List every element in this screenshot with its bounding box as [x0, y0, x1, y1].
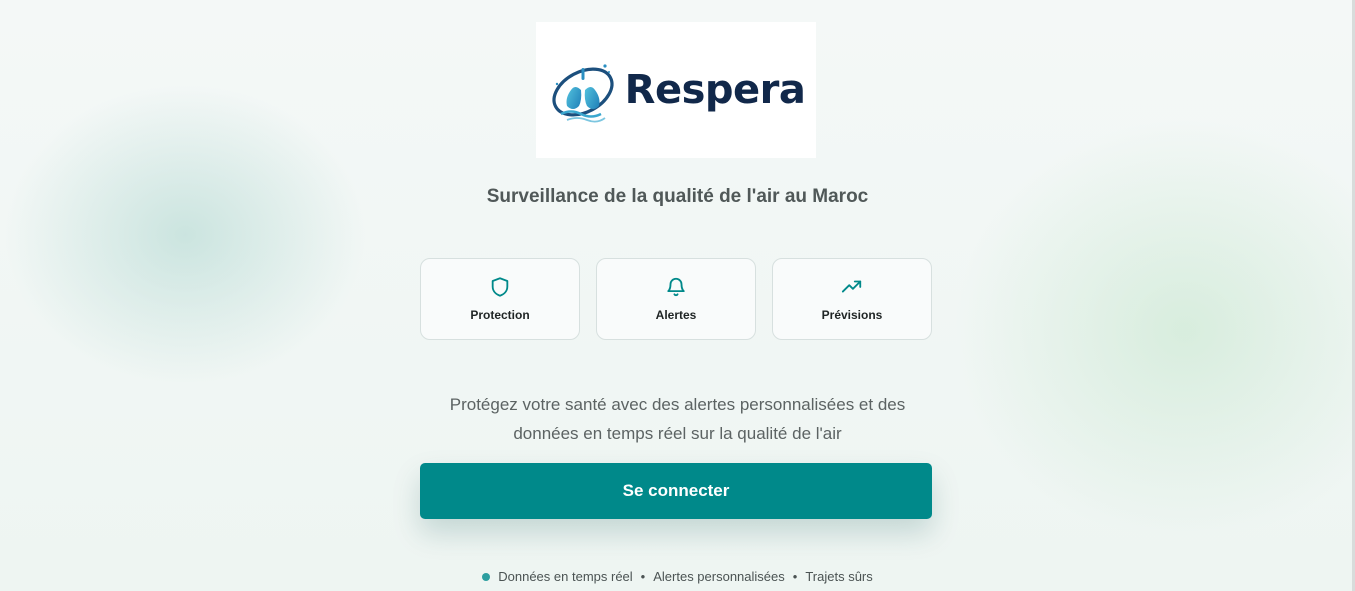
login-button[interactable]: Se connecter: [420, 463, 932, 519]
description-line-2: données en temps réel sur la qualité de …: [513, 424, 842, 443]
lungs-globe-icon: [552, 64, 614, 123]
tagline: Surveillance de la qualité de l'air au M…: [486, 186, 869, 207]
description-line-1: Protégez votre santé avec des alertes pe…: [449, 395, 906, 414]
feature-card-protection: Protection: [420, 258, 580, 340]
brand-logo: Respera: [536, 22, 816, 158]
feature-label: Protection: [470, 308, 530, 322]
description: Protégez votre santé avec des alertes pe…: [0, 390, 1355, 448]
footer-separator: •: [640, 569, 646, 584]
footer-separator: •: [792, 569, 798, 584]
feature-card-alertes: Alertes: [596, 258, 756, 340]
footer-item-safe-routes: Trajets sûrs: [805, 569, 873, 584]
brand-name: Respera: [624, 67, 806, 113]
feature-cards: Protection Alertes Prévisions: [420, 258, 932, 340]
live-status-dot: [482, 572, 491, 581]
footer-item-alerts: Alertes personnalisées: [653, 569, 785, 584]
feature-label: Prévisions: [821, 308, 883, 322]
shield-icon: [491, 277, 509, 297]
bell-icon: [667, 277, 685, 297]
feature-card-previsions: Prévisions: [772, 258, 932, 340]
footer-features: Données en temps réel • Alertes personna…: [0, 569, 1355, 584]
feature-label: Alertes: [655, 308, 697, 322]
trending-up-icon: [841, 280, 862, 293]
welcome-screen: Respera Surveillance de la qualité de l'…: [0, 0, 1355, 591]
footer-item-realtime: Données en temps réel: [498, 569, 633, 584]
